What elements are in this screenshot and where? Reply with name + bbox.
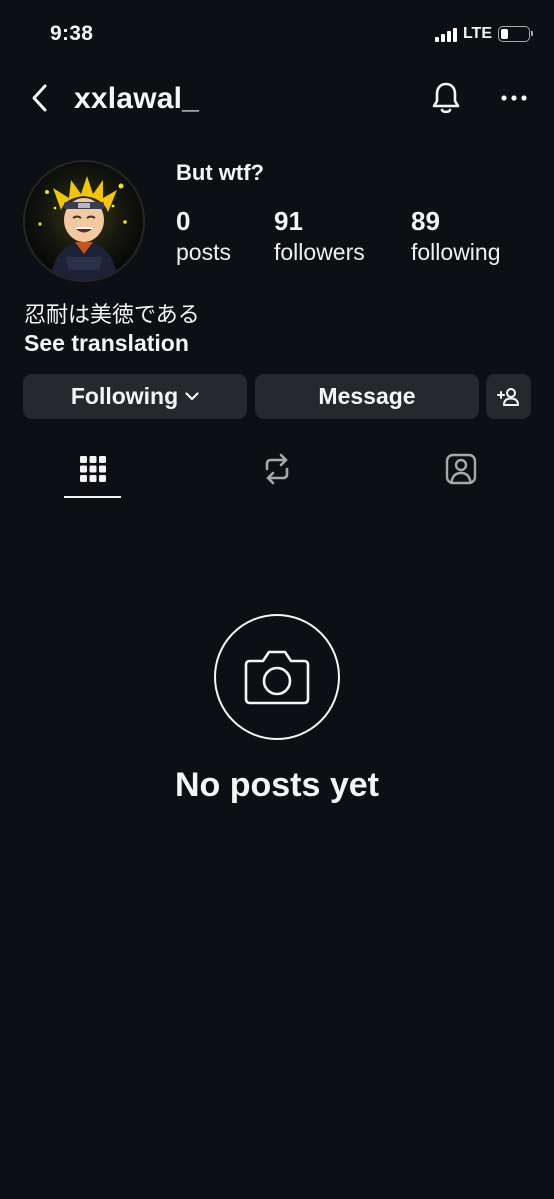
followers-count-label: followers <box>274 239 365 265</box>
camera-icon <box>244 650 310 705</box>
posts-count-label: posts <box>176 239 231 265</box>
posts-count-value: 0 <box>176 206 191 236</box>
signal-icon <box>434 27 457 42</box>
following-count-value: 89 <box>411 206 440 236</box>
status-time: 9:38 <box>50 22 94 45</box>
empty-state-title: No posts yet <box>174 766 380 804</box>
following-button-label: Following <box>70 383 179 409</box>
battery-icon <box>498 26 533 42</box>
tab-posts-grid[interactable] <box>63 440 123 498</box>
more-options-button[interactable] <box>494 78 534 118</box>
message-button[interactable]: Message <box>255 374 479 419</box>
see-translation-link[interactable]: See translation <box>24 330 189 357</box>
following-count-label: following <box>411 239 501 265</box>
empty-state-camera <box>214 614 340 740</box>
back-button[interactable] <box>22 80 58 116</box>
repost-icon <box>265 453 289 485</box>
profile-username: xxlawal_ <box>74 82 200 115</box>
status-indicators: LTE <box>434 25 533 43</box>
following-button[interactable]: Following <box>23 374 247 419</box>
status-bar: 9:38 LTE <box>0 0 554 70</box>
chevron-left-icon <box>32 84 47 112</box>
tagged-person-icon <box>445 453 477 485</box>
tab-tagged[interactable] <box>431 440 491 498</box>
posts-count: 0 posts <box>176 206 231 266</box>
add-person-icon <box>496 387 519 406</box>
profile-tabs <box>0 440 554 500</box>
avatar-image <box>25 162 143 280</box>
notifications-button[interactable] <box>426 78 466 118</box>
chevron-down-icon <box>185 392 199 401</box>
more-horizontal-icon <box>501 95 527 101</box>
network-type: LTE <box>462 25 492 42</box>
profile-bio: 忍耐は美徳である <box>24 303 200 328</box>
tab-reposts[interactable] <box>247 440 307 498</box>
followers-count-value: 91 <box>274 206 303 236</box>
followers-count[interactable]: 91 followers <box>274 206 365 266</box>
bell-icon <box>432 82 460 114</box>
grid-icon <box>80 456 106 482</box>
profile-header: xxlawal_ <box>0 70 554 130</box>
suggested-users-button[interactable] <box>486 374 531 419</box>
message-button-label: Message <box>318 383 416 409</box>
following-count[interactable]: 89 following <box>411 206 501 266</box>
profile-display-name: But wtf? <box>176 160 264 185</box>
profile-avatar[interactable] <box>23 160 145 282</box>
active-tab-indicator <box>64 496 121 498</box>
